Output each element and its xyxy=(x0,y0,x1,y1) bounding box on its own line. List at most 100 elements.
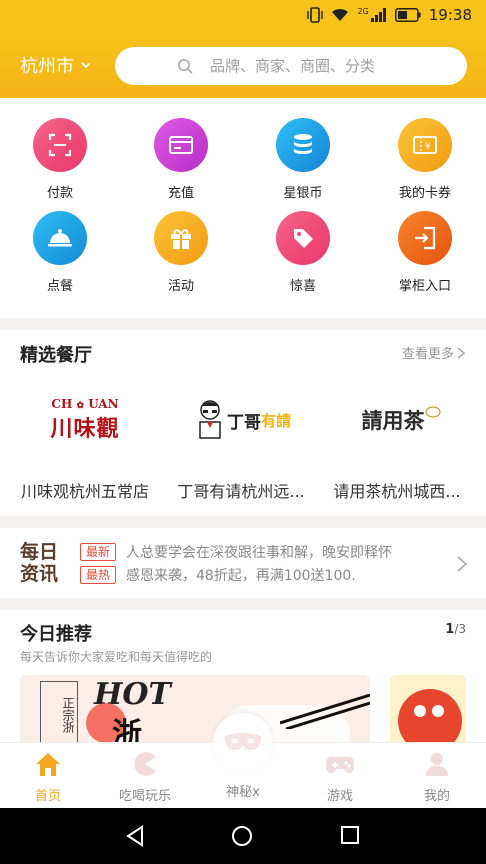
scan-icon xyxy=(33,118,87,172)
recommend-title: 今日推荐 xyxy=(20,624,92,645)
featured-title: 精选餐厅 xyxy=(20,345,92,366)
chef-mascot-icon xyxy=(199,400,221,439)
status-bar: 2G 19:38 xyxy=(0,0,486,32)
more-label: 查看更多 xyxy=(401,347,454,362)
quick-item-recharge[interactable]: 充值 xyxy=(126,118,236,208)
quick-item-surprise[interactable]: 惊喜 xyxy=(248,211,358,301)
home-icon xyxy=(36,753,60,776)
quick-item-label: 惊喜 xyxy=(289,279,316,294)
banner-side-text: 正宗浙 xyxy=(40,681,78,745)
user-icon xyxy=(426,753,448,776)
bottom-tab-bar: 首页 吃喝玩乐 神秘x 游戏 我的 xyxy=(0,713,486,808)
tab-label: 首页 xyxy=(34,789,61,804)
city-label: 杭州市 xyxy=(20,56,74,77)
divider xyxy=(0,598,486,610)
restaurant-logo: 請用茶 xyxy=(326,385,476,455)
divider xyxy=(0,516,486,528)
logo-text: 丁哥 xyxy=(226,412,261,433)
quick-item-pay[interactable]: 付款 xyxy=(5,118,115,208)
more-link[interactable]: 查看更多 xyxy=(402,343,466,362)
restaurant-name: 川味观杭州五常店 xyxy=(20,482,149,501)
tag-icon xyxy=(276,211,330,265)
recommend-subtitle: 每天告诉你大家爱吃和每天值得吃的 xyxy=(20,650,213,664)
status-icons: 2G 19:38 xyxy=(307,6,472,24)
restaurant-logo: 丁哥 有請 xyxy=(168,385,318,455)
quick-item-coupons[interactable]: ¥ 我的卡券 xyxy=(370,118,480,208)
news-tag: 最热 xyxy=(80,566,117,584)
gamepad-icon xyxy=(326,757,354,773)
banner-main-text: 浙 xyxy=(112,717,142,745)
quick-item-label: 点餐 xyxy=(46,279,73,294)
tab-entertainment[interactable]: 吃喝玩乐 xyxy=(100,751,190,804)
recents-icon[interactable] xyxy=(340,825,360,845)
back-icon[interactable] xyxy=(124,825,146,847)
mascot-eye xyxy=(414,705,426,717)
tab-label: 游戏 xyxy=(326,789,353,804)
pacman-icon xyxy=(134,752,156,776)
restaurant-name: 丁哥有请杭州远... xyxy=(177,482,305,501)
chopsticks-icon xyxy=(280,693,370,729)
logo-text: CH xyxy=(51,397,73,411)
search-bar[interactable] xyxy=(115,47,467,85)
logo-text: 請用茶 xyxy=(361,408,425,433)
card-icon xyxy=(154,118,208,172)
battery-icon xyxy=(394,8,421,22)
city-selector[interactable]: 杭州市 xyxy=(20,52,92,78)
signal-icon xyxy=(370,8,386,22)
quick-item-merchant[interactable]: 掌柜入口 xyxy=(370,211,480,301)
logo-text: 每日 xyxy=(20,541,59,563)
header: 杭州市 xyxy=(0,32,486,98)
logo-text: 有請 xyxy=(260,411,291,430)
tab-games[interactable]: 游戏 xyxy=(295,751,385,804)
gift-icon xyxy=(154,211,208,265)
news-tag: 最新 xyxy=(80,543,117,561)
speech-bubble-icon xyxy=(424,406,441,418)
logo-text: 川味觀 xyxy=(50,416,120,442)
quick-item-coins[interactable]: 星银币 xyxy=(248,118,358,208)
dish-cover-icon xyxy=(33,211,87,265)
system-nav-bar xyxy=(0,808,486,864)
quick-item-label: 充值 xyxy=(167,186,194,201)
quick-item-label: 活动 xyxy=(167,279,194,294)
quick-item-activity[interactable]: 活动 xyxy=(126,211,236,301)
quick-item-order[interactable]: 点餐 xyxy=(5,211,115,301)
coins-icon xyxy=(276,118,330,172)
news-text: 人总要学会在深夜跟往事和解，晚安即释怀 xyxy=(126,545,393,561)
svg-text:¥: ¥ xyxy=(425,142,431,152)
restaurant-card[interactable]: 請用茶 xyxy=(326,385,476,455)
tab-home[interactable]: 首页 xyxy=(3,751,93,804)
quick-item-label: 我的卡券 xyxy=(398,186,451,201)
tab-mystery[interactable]: 神秘x xyxy=(198,751,288,800)
home-circle-icon[interactable] xyxy=(231,825,253,847)
quick-item-label: 星银币 xyxy=(283,186,323,201)
daily-news-logo: 每日 资讯 xyxy=(20,541,60,585)
search-input[interactable] xyxy=(210,55,450,77)
page-current: 1 xyxy=(445,622,455,637)
status-time: 19:38 xyxy=(428,6,472,24)
tab-profile[interactable]: 我的 xyxy=(392,751,482,804)
chevron-right-icon[interactable] xyxy=(456,555,468,573)
news-item[interactable]: 最新 人总要学会在深夜跟往事和解，晚安即释怀 xyxy=(80,542,392,562)
door-enter-icon xyxy=(398,211,452,265)
quick-item-label: 掌柜入口 xyxy=(398,279,451,294)
logo-text: UAN xyxy=(88,397,119,411)
vibrate-icon xyxy=(307,7,324,23)
page-total: /3 xyxy=(454,622,466,636)
divider xyxy=(0,318,486,330)
recommend-banner-next[interactable] xyxy=(390,675,466,745)
chevron-down-icon xyxy=(81,62,91,69)
quick-item-label: 付款 xyxy=(46,186,73,201)
tab-label: 我的 xyxy=(423,789,450,804)
tab-label: 吃喝玩乐 xyxy=(118,789,171,804)
news-text: 感恩来袭，48折起，再满100送100. xyxy=(126,568,356,584)
tab-label: 神秘x xyxy=(226,785,260,800)
recommend-banner[interactable]: 正宗浙 HOT 浙 xyxy=(20,675,370,745)
restaurant-card[interactable]: CH ✿ UAN 川味觀 xyxy=(10,385,160,455)
mascot-eye xyxy=(432,705,444,717)
news-item[interactable]: 最热 感恩来袭，48折起，再满100送100. xyxy=(80,565,356,585)
logo-text: 资讯 xyxy=(20,563,59,585)
restaurant-card[interactable]: 丁哥 有請 xyxy=(168,385,318,455)
banner-mascot xyxy=(398,689,462,745)
chevron-right-icon xyxy=(457,346,466,359)
wifi-icon xyxy=(332,8,349,21)
